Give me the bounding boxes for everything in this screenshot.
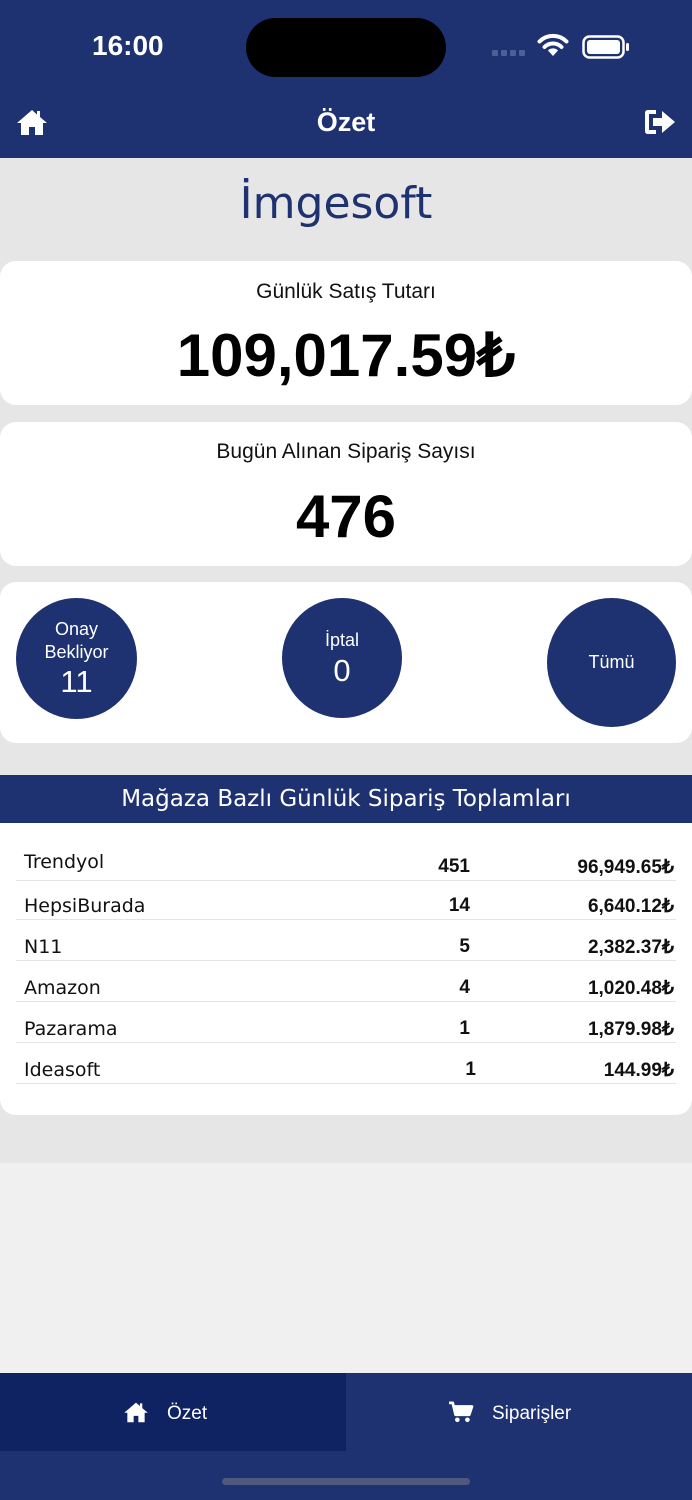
table-row: HepsiBurada 14 6,640.12₺ (16, 895, 676, 920)
all-orders-button[interactable]: Tümü (547, 598, 676, 727)
page-title: Özet (316, 107, 376, 137)
dynamic-island (246, 18, 446, 77)
status-time: 16:00 (92, 30, 164, 61)
order-amount: 1,879.98₺ (587, 1019, 674, 1040)
order-count: 1 (465, 1059, 476, 1080)
store-name: Pazarama (24, 1018, 118, 1040)
store-name: Ideasoft (24, 1059, 101, 1081)
store-table-title: Mağaza Bazlı Günlük Sipariş Toplamları (0, 775, 692, 823)
cancelled-label: İptal (324, 630, 360, 650)
tab-siparisler[interactable]: Siparişler (346, 1373, 692, 1451)
cancelled-count: 0 (333, 653, 351, 688)
orders-today-label: Bugün Alınan Sipariş Sayısı (216, 440, 476, 463)
orders-today-value: 476 (295, 483, 397, 550)
store-name: Trendyol (24, 851, 105, 873)
store-name: N11 (24, 936, 63, 958)
app-header: 16:00 Özet (0, 0, 692, 158)
home-indicator (222, 1478, 470, 1485)
cancelled-button[interactable]: İptal 0 (282, 598, 402, 718)
tab-siparisler-label: Siparişler (492, 1403, 572, 1424)
daily-sales-value: 109,017.59₺ (176, 322, 516, 389)
table-row: Trendyol 451 96,949.65₺ (16, 851, 676, 881)
table-row: Ideasoft 1 144.99₺ (16, 1059, 676, 1084)
cellular-signal-icon (492, 50, 526, 58)
order-status-card: Onay Bekliyor 11 İptal 0 Tümü (0, 582, 692, 743)
order-count: 5 (459, 936, 470, 957)
daily-sales-label: Günlük Satış Tutarı (256, 280, 436, 303)
table-row: Amazon 4 1,020.48₺ (16, 977, 676, 1002)
all-orders-label: Tümü (588, 652, 635, 672)
store-name: Amazon (24, 977, 101, 999)
order-count: 451 (438, 856, 470, 877)
pending-count: 11 (60, 664, 93, 699)
pending-label-line2: Bekliyor (44, 642, 109, 662)
tab-ozet[interactable]: Özet (0, 1373, 346, 1451)
order-count: 14 (448, 895, 470, 916)
order-amount: 144.99₺ (603, 1060, 674, 1081)
table-row: N11 5 2,382.37₺ (16, 936, 676, 961)
table-row: Pazarama 1 1,879.98₺ (16, 1018, 676, 1043)
order-count: 1 (459, 1018, 470, 1039)
order-amount: 2,382.37₺ (587, 937, 674, 958)
daily-sales-card: Günlük Satış Tutarı 109,017.59₺ (0, 261, 692, 405)
pending-approval-button[interactable]: Onay Bekliyor 11 (16, 598, 137, 719)
brand-name: İmgesoft (239, 178, 433, 229)
logout-icon[interactable] (644, 108, 676, 136)
order-amount: 96,949.65₺ (577, 857, 674, 878)
order-amount: 6,640.12₺ (587, 896, 674, 917)
order-amount: 1,020.48₺ (587, 978, 674, 999)
orders-today-card: Bugün Alınan Sipariş Sayısı 476 (0, 422, 692, 566)
wifi-icon (537, 33, 569, 56)
tab-ozet-label: Özet (167, 1403, 208, 1424)
home-icon (124, 1402, 148, 1423)
order-count: 4 (459, 977, 470, 998)
cart-icon (449, 1401, 474, 1423)
pending-label-line1: Onay (54, 619, 99, 639)
store-table: Trendyol 451 96,949.65₺ HepsiBurada 14 6… (0, 823, 692, 1115)
store-name: HepsiBurada (24, 895, 146, 917)
battery-icon (582, 35, 629, 59)
